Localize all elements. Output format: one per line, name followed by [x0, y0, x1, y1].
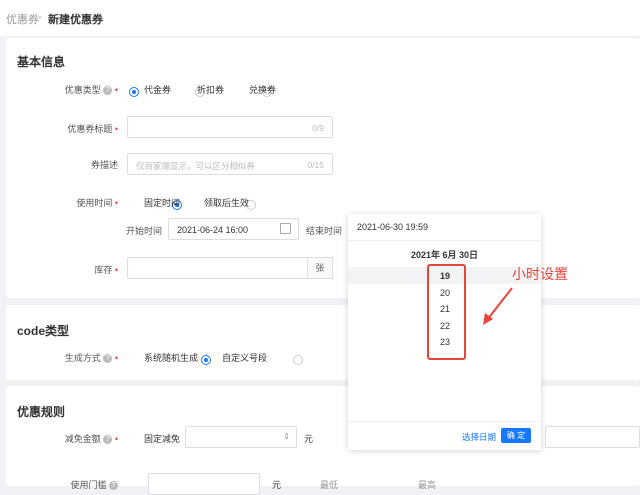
- picker-date-header[interactable]: 2021年 6月 30日: [348, 248, 541, 261]
- discount-label: 减免金额 ? •: [64, 434, 118, 445]
- help-icon[interactable]: ?: [103, 354, 113, 364]
- threshold-min-label: 最低: [320, 480, 339, 490]
- code-type-title: code类型: [17, 324, 70, 338]
- discount-amount-input[interactable]: ⇕: [185, 426, 297, 448]
- generate-custom-radio[interactable]: [292, 354, 303, 365]
- start-time-input[interactable]: 2021-06-24 16:00: [168, 218, 299, 240]
- threshold-unit: 元: [272, 480, 282, 490]
- coupon-type-label: 优惠类型 ? •: [64, 85, 118, 96]
- help-icon[interactable]: ?: [103, 86, 113, 96]
- stepper-icon[interactable]: ⇕: [283, 432, 290, 441]
- threshold-input[interactable]: [148, 473, 260, 495]
- generate-label: 生成方式 ? •: [64, 353, 118, 364]
- use-time-fixed-label[interactable]: 固定时间: [144, 196, 180, 209]
- start-time-label: 开始时间: [125, 226, 162, 236]
- end-time-value: 2021-06-30 19:59: [357, 222, 429, 232]
- generate-custom-label[interactable]: 自定义号段: [222, 351, 267, 364]
- coupon-title-counter: 0/9: [312, 123, 324, 133]
- annotation-box: [427, 264, 466, 360]
- stock-input[interactable]: [127, 257, 308, 279]
- discount-other-input[interactable]: [545, 426, 640, 448]
- coupon-type-cash-label[interactable]: 代金券: [144, 83, 171, 96]
- breadcrumb-separator: -: [38, 11, 42, 23]
- start-time-value: 2021-06-24 16:00: [177, 225, 249, 235]
- end-time-label: 结束时间: [305, 226, 342, 236]
- description-placeholder: 仅商家端显示，可以区分相似券: [136, 161, 256, 171]
- rules-title: 优惠规则: [17, 405, 66, 419]
- stock-label: 库存 •: [94, 265, 118, 275]
- coupon-title-input[interactable]: 0/9: [127, 116, 333, 138]
- coupon-type-cash-radio[interactable]: [129, 86, 139, 97]
- use-time-label: 使用时间 •: [76, 198, 118, 208]
- code-type-card: code类型: [6, 305, 640, 380]
- basic-info-title: 基本信息: [17, 55, 66, 69]
- end-time-field[interactable]: 2021-06-30 19:59: [348, 214, 541, 241]
- description-label: 券描述: [90, 160, 118, 170]
- stock-unit: 张: [308, 257, 333, 279]
- calendar-icon[interactable]: [280, 223, 291, 234]
- threshold-max-label: 最高: [418, 480, 437, 490]
- coupon-title-label: 优惠券标题 •: [67, 124, 118, 134]
- generate-random-radio[interactable]: [201, 354, 212, 365]
- help-icon[interactable]: ?: [103, 435, 113, 445]
- description-input[interactable]: 仅商家端显示，可以区分相似券 0/15: [127, 153, 333, 175]
- breadcrumb: 优惠券 - 新建优惠券: [0, 0, 640, 36]
- description-counter: 0/15: [307, 160, 324, 170]
- breadcrumb-parent[interactable]: 优惠券: [6, 11, 39, 27]
- generate-random-label[interactable]: 系统随机生成: [144, 351, 198, 364]
- discount-unit: 元: [304, 434, 314, 444]
- annotation-arrow-icon: [483, 287, 513, 325]
- use-time-after-label[interactable]: 领取后生效: [204, 196, 249, 209]
- discount-fixed-label[interactable]: 固定减免: [144, 432, 180, 445]
- coupon-type-exchange-label[interactable]: 兑换券: [249, 83, 276, 96]
- picker-footer-divider: [348, 421, 541, 422]
- threshold-label: 使用门槛 ?: [40, 478, 118, 491]
- select-date-link[interactable]: 选择日期: [462, 431, 496, 443]
- annotation-label: 小时设置: [512, 266, 568, 282]
- coupon-type-discount-label[interactable]: 折扣券: [197, 83, 224, 96]
- breadcrumb-current: 新建优惠券: [48, 14, 103, 26]
- confirm-button[interactable]: 确 定: [501, 428, 531, 443]
